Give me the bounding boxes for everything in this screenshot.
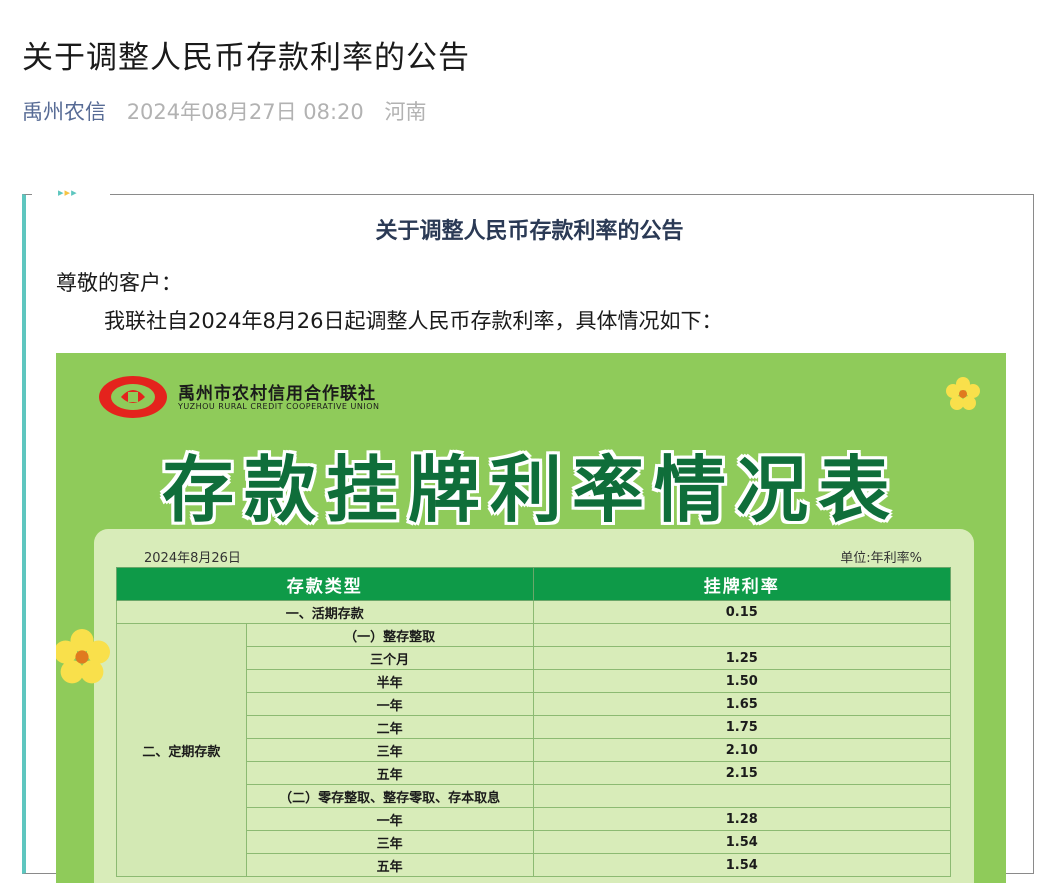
row-rate: 1.50	[532, 669, 952, 693]
notice-greeting: 尊敬的客户：	[56, 271, 182, 295]
row-term: 五年	[245, 853, 534, 877]
union-name-en: YUZHOU RURAL CREDIT COOPERATIVE UNION	[178, 402, 380, 411]
row-term: 三年	[245, 830, 534, 854]
header-type: 存款类型	[116, 567, 534, 601]
article-title: 关于调整人民币存款利率的公告	[22, 40, 470, 76]
author-link[interactable]: 禹州农信	[22, 100, 106, 124]
notice-title: 关于调整人民币存款利率的公告	[375, 219, 684, 244]
subgroup-label: （二）零存整取、整存零取、存本取息	[245, 784, 534, 808]
table-row: 二、定期存款 （一）整存整取	[116, 623, 952, 877]
row-rate	[532, 784, 952, 808]
row-rate: 2.15	[532, 761, 952, 785]
row-rate: 0.15	[532, 600, 952, 624]
subgroup-label: （一）整存整取	[245, 623, 534, 647]
rate-table-panel: 2024年8月26日 单位:年利率% 存款类型 挂牌利率 一、活期存款 0.15	[94, 529, 974, 883]
publish-region: 河南	[384, 100, 427, 124]
notice-card: ▸▸▸ 关于调整人民币存款利率的公告 尊敬的客户： 我联社自2024年8月26日…	[22, 186, 1034, 883]
flower-icon	[56, 629, 110, 684]
row-term: 五年	[245, 761, 534, 785]
row-rate: 1.75	[532, 715, 952, 739]
credit-union-logo-icon	[99, 376, 167, 418]
poster-unit: 单位:年利率%	[840, 551, 922, 566]
table-row: 一、活期存款 0.15	[116, 600, 952, 624]
row-term: 三年	[245, 738, 534, 762]
row-rate	[532, 623, 952, 647]
row-rate: 1.65	[532, 692, 952, 716]
row-label: 一、活期存款	[116, 600, 534, 624]
row-rate: 2.10	[532, 738, 952, 762]
rate-poster-image[interactable]: 禹州市农村信用合作联社 YUZHOU RURAL CREDIT COOPERAT…	[56, 353, 1006, 883]
row-term: 一年	[245, 692, 534, 716]
flower-icon	[946, 377, 980, 410]
rate-table: 存款类型 挂牌利率 一、活期存款 0.15 二、定期存款 （一）整存整取 三个月…	[116, 567, 952, 877]
row-rate: 1.25	[532, 646, 952, 670]
poster-big-title: 存款挂牌利率情况表	[161, 448, 900, 532]
table-header-row: 存款类型 挂牌利率	[116, 567, 952, 601]
group-label: 二、定期存款	[116, 623, 247, 877]
row-term: 二年	[245, 715, 534, 739]
row-term: 一年	[245, 807, 534, 831]
row-rate: 1.28	[532, 807, 952, 831]
row-term: 三个月	[245, 646, 534, 670]
notice-intro: 我联社自2024年8月26日起调整人民币存款利率，具体情况如下：	[104, 309, 723, 333]
row-rate: 1.54	[532, 830, 952, 854]
union-name-cn: 禹州市农村信用合作联社	[178, 384, 376, 404]
poster-date: 2024年8月26日	[144, 551, 241, 566]
row-term: 半年	[245, 669, 534, 693]
publish-date: 2024年08月27日 08:20	[126, 100, 364, 124]
article-meta: 禹州农信 2024年08月27日 08:20 河南	[22, 96, 426, 126]
header-rate: 挂牌利率	[532, 567, 952, 601]
triangle-arrows-icon: ▸▸▸	[58, 186, 78, 199]
row-rate: 1.54	[532, 853, 952, 877]
